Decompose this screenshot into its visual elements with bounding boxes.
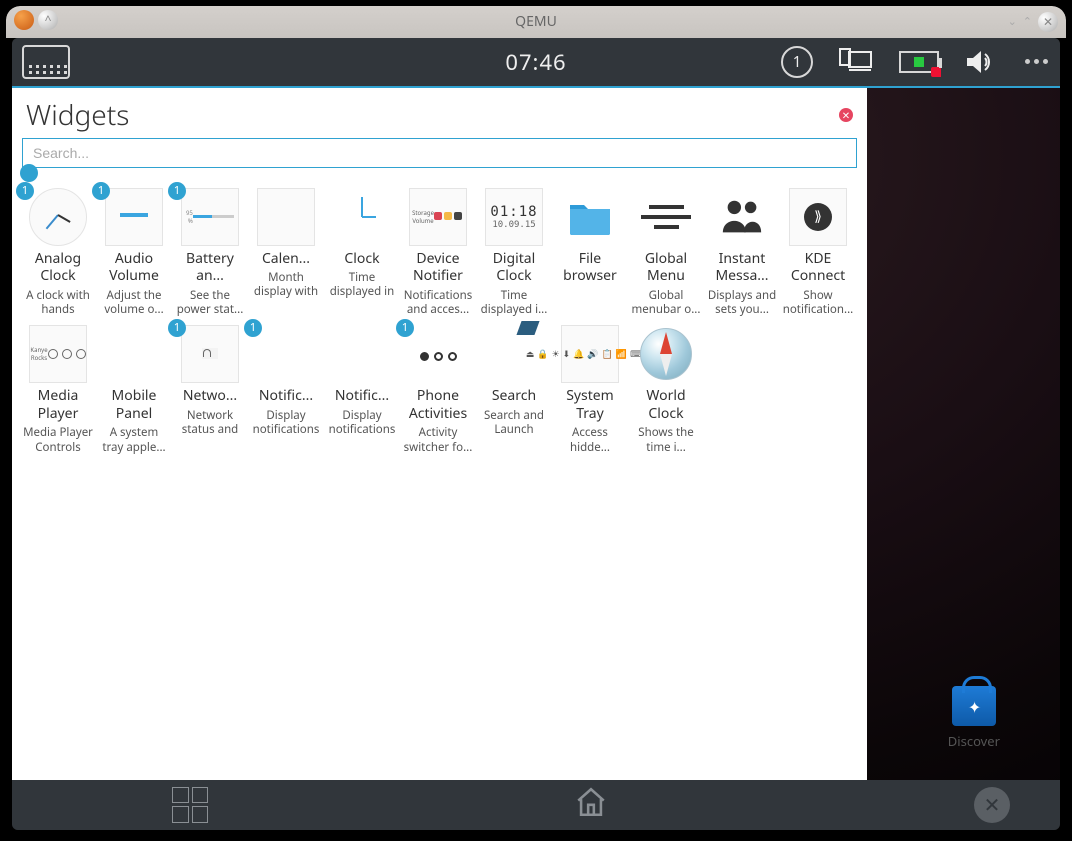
discover-icon [952, 686, 996, 726]
discover-launcher[interactable]: Discover [948, 686, 1000, 750]
widget-name: Clock [326, 250, 398, 268]
widget-name: Device Notifier [402, 250, 474, 285]
discover-label: Discover [948, 732, 1000, 750]
widget-networks[interactable]: 1Netwo...Network status and control [172, 321, 248, 459]
widget-name: Analog Clock [22, 250, 94, 285]
search-input[interactable] [22, 138, 857, 168]
widget-desc: Time displayed in a digita... [326, 271, 398, 301]
widget-system-tray[interactable]: ⏏🔒☀⬇🔔🔊📋📶⌨⚙System TrayAccess hidde... [552, 321, 628, 459]
widget-desc: Access hidde... [554, 426, 626, 455]
widget-desc: A clock with hands [22, 289, 94, 318]
window-titlebar: ^ QEMU ⌄ ⌃ ✕ [6, 6, 1066, 38]
widget-desc: Activity switcher fo... [402, 426, 474, 455]
titlebar-left: ^ [14, 10, 58, 30]
widget-name: KDE Connect [782, 250, 854, 285]
widget-desc: Display notifications and jobs [326, 409, 398, 439]
widget-global-menu[interactable]: Global Menu Global menubar o... [628, 184, 704, 322]
widget-desc: Notifications and acces... [402, 289, 474, 318]
battery-icon[interactable] [899, 51, 939, 73]
widget-device-notifier[interactable]: Storage VolumeDevice NotifierNotificatio… [400, 184, 476, 322]
widget-badge: 1 [244, 319, 262, 337]
minimize-icon[interactable]: ⌄ [1008, 14, 1017, 29]
close-button[interactable]: ✕ [974, 787, 1010, 823]
widget-digital-clock[interactable]: 01:1810.09.15Digital ClockTime displayed… [476, 184, 552, 322]
statusbar-clock[interactable]: 07:46 [505, 47, 566, 77]
widget-kde-connect[interactable]: ⟫KDE ConnectShow notification... [780, 184, 856, 322]
widgets-panel: Widgets ✕ 1 Analog Clock A clock with hand… [12, 88, 867, 780]
widget-desc: Adjust the volume o... [98, 289, 170, 318]
widget-desc: Time displayed i... [478, 289, 550, 318]
widget-notific2[interactable]: !Notific...Display notifications and job… [324, 321, 400, 459]
widget-name: Notific... [250, 387, 322, 405]
volume-icon[interactable] [965, 48, 999, 76]
widget-name: Digital Clock [478, 250, 550, 285]
widget-search[interactable]: Search Search and Launch [476, 321, 552, 459]
widget-name: Netwo... [174, 387, 246, 405]
widget-desc: See the power stat... [174, 289, 246, 318]
widget-name: Mobile Panel [98, 387, 170, 422]
widget-desc: Displays and sets you... [706, 289, 778, 318]
home-button[interactable] [574, 785, 608, 824]
window-title: QEMU [515, 12, 557, 31]
widget-desc: Media Player Controls [22, 426, 94, 455]
widget-name: Instant Messa... [706, 250, 778, 285]
statusbar-right: 1 [781, 46, 1048, 78]
panel-title: Widgets [26, 96, 129, 134]
search-handle-icon[interactable] [20, 164, 38, 182]
widget-calendar[interactable]: Calen... Month display with you... [248, 184, 324, 322]
close-panel-button[interactable]: ✕ [839, 108, 853, 122]
widget-analog-clock[interactable]: 1Analog ClockA clock with hands [20, 184, 96, 322]
widget-file-browser[interactable]: File browser [552, 184, 628, 322]
widget-desc: Display notifications and jobs [250, 409, 322, 439]
widget-desc: Shows the time i... [630, 426, 702, 455]
overview-button[interactable] [172, 787, 208, 823]
keyboard-icon[interactable] [22, 45, 70, 79]
widget-name: Calen... [250, 250, 322, 268]
widget-mobile-panel[interactable]: !Mobile PanelA system tray apple... [96, 321, 172, 459]
widget-grid: 1 Analog Clock A clock with hands 1 Audio Vo… [12, 174, 867, 470]
widget-desc: A system tray apple... [98, 426, 170, 455]
top-statusbar: 07:46 1 [12, 38, 1060, 88]
widget-notific1[interactable]: 1!Notific...Display notifications and jo… [248, 321, 324, 459]
close-window-icon[interactable]: ✕ [1038, 12, 1058, 32]
qemu-window: ^ QEMU ⌄ ⌃ ✕ 07:46 1 [6, 6, 1066, 836]
widget-badge: 1 [168, 182, 186, 200]
widget-audio-volume[interactable]: 1Audio VolumeAdjust the volume o... [96, 184, 172, 322]
widget-name: Audio Volume [98, 250, 170, 285]
titlebar-right: ⌄ ⌃ ✕ [1008, 12, 1058, 32]
widget-name: World Clock [630, 387, 702, 422]
widget-name: Phone Activities [402, 387, 474, 422]
maximize-icon[interactable]: ⌃ [1023, 14, 1032, 29]
widget-name: Global Menu [630, 250, 702, 285]
display-icon[interactable] [839, 48, 873, 76]
widget-name: Search [478, 387, 550, 405]
widget-media-player[interactable]: Kanye RocksMedia PlayerMedia Player Cont… [20, 321, 96, 459]
widget-name: File browser [554, 250, 626, 285]
widget-badge: 1 [92, 182, 110, 200]
more-icon[interactable] [1025, 59, 1048, 64]
widget-name: Battery an... [174, 250, 246, 285]
bottom-bar: ✕ [12, 780, 1060, 830]
widget-desc: Month display with you... [250, 271, 322, 301]
notification-count-icon[interactable]: 1 [781, 46, 813, 78]
widget-name: Media Player [22, 387, 94, 422]
widget-badge: 1 [16, 182, 34, 200]
widget-instant-msg[interactable]: Instant Messa... Displays and sets you... [704, 184, 780, 322]
widget-phone-act[interactable]: 1Phone ActivitiesActivity switcher fo... [400, 321, 476, 459]
widget-desc: Search and Launch [478, 409, 550, 438]
widget-desc: Global menubar o... [630, 289, 702, 318]
widget-world-clock[interactable]: World Clock Shows the time i... [628, 321, 704, 459]
widget-name: Notific... [326, 387, 398, 405]
widget-desc: Network status and control [174, 409, 246, 439]
app-icon [14, 10, 34, 30]
widget-name: System Tray [554, 387, 626, 422]
widget-clock[interactable]: Clock Time displayed in a digita... [324, 184, 400, 322]
screen: 07:46 1 D [12, 38, 1060, 830]
pin-icon[interactable]: ^ [38, 10, 58, 30]
widget-battery[interactable]: 195 %Battery an...See the power stat... [172, 184, 248, 322]
widget-desc: Show notification... [782, 289, 854, 318]
